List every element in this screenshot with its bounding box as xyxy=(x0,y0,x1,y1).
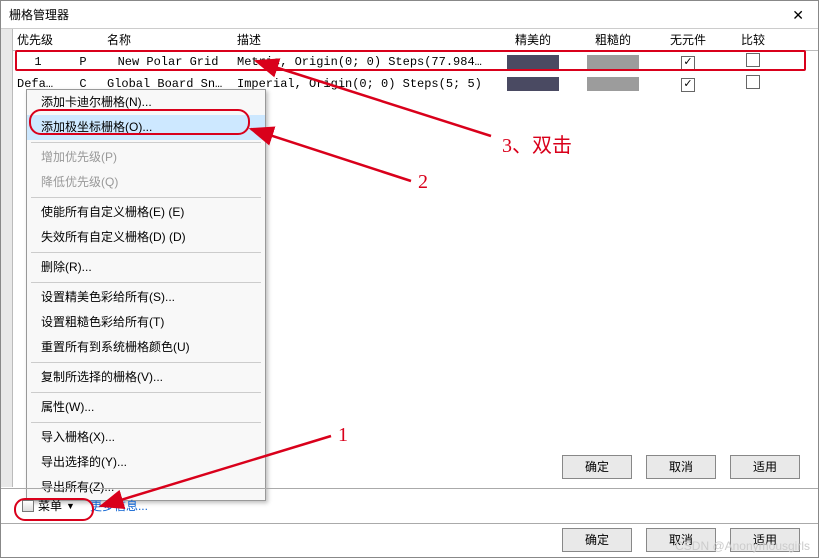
menu-dec-priority: 降低优先级(Q) xyxy=(27,170,265,195)
footer-menu-bar: 菜单 ▼ 更多信息... xyxy=(1,488,818,522)
table-row[interactable]: 1 P New Polar Grid Metric, Origin(0; 0) … xyxy=(1,51,818,73)
separator xyxy=(31,197,261,198)
table-header: 优先级 名称 描述 精美的 粗糙的 无元件 比较 xyxy=(1,29,818,51)
col-fine[interactable]: 精美的 xyxy=(493,31,573,48)
cell-fine[interactable] xyxy=(493,77,573,91)
cell-coarse[interactable] xyxy=(573,55,653,69)
titlebar: 栅格管理器 ✕ xyxy=(1,1,818,29)
menu-button[interactable]: 菜单 ▼ xyxy=(15,494,82,517)
fine-swatch xyxy=(507,77,559,91)
footer-outer: 确定 取消 适用 xyxy=(1,523,818,557)
button-bar-inner: 确定 取消 适用 xyxy=(562,455,800,479)
more-info-link[interactable]: 更多信息... xyxy=(90,497,148,514)
separator xyxy=(31,422,261,423)
col-compare[interactable]: 比较 xyxy=(723,31,783,48)
menu-delete[interactable]: 删除(R)... xyxy=(27,255,265,280)
chevron-down-icon: ▼ xyxy=(66,501,75,511)
context-menu: 添加卡迪尔栅格(N)... 添加极坐标栅格(O)... 增加优先级(P) 降低优… xyxy=(26,89,266,501)
menu-add-polar[interactable]: 添加极坐标栅格(O)... xyxy=(27,115,265,140)
separator xyxy=(31,252,261,253)
cell-nocomp[interactable]: ✓ xyxy=(653,55,723,70)
menu-set-fine[interactable]: 设置精美色彩给所有(S)... xyxy=(27,285,265,310)
annotation-1: 1 xyxy=(338,424,348,447)
separator xyxy=(31,392,261,393)
cell-desc: Metric, Origin(0; 0) Steps(77.984; 60 xyxy=(233,55,493,69)
menu-reset-colors[interactable]: 重置所有到系统栅格颜色(U) xyxy=(27,335,265,360)
col-name[interactable]: 名称 xyxy=(103,31,233,48)
menu-add-cartesian[interactable]: 添加卡迪尔栅格(N)... xyxy=(27,90,265,115)
cell-priority: 1 xyxy=(13,55,63,69)
cell-compare[interactable] xyxy=(723,53,783,71)
menu-button-label: 菜单 xyxy=(38,497,62,514)
cancel-button[interactable]: 取消 xyxy=(646,528,716,552)
ok-button[interactable]: 确定 xyxy=(562,528,632,552)
menu-import[interactable]: 导入栅格(X)... xyxy=(27,425,265,450)
separator xyxy=(31,362,261,363)
col-priority[interactable]: 优先级 xyxy=(13,31,103,48)
cell-nocomp[interactable]: ✓ xyxy=(653,77,723,92)
checkbox-icon xyxy=(746,75,760,89)
apply-button[interactable]: 适用 xyxy=(730,455,800,479)
checkbox-icon: ✓ xyxy=(681,56,695,70)
button-bar-outer: 确定 取消 适用 xyxy=(562,528,800,552)
annotation-2: 2 xyxy=(418,171,428,194)
coarse-swatch xyxy=(587,77,639,91)
cancel-button[interactable]: 取消 xyxy=(646,455,716,479)
cell-desc: Imperial, Origin(0; 0) Steps(5; 5) xyxy=(233,77,493,91)
window-title: 栅格管理器 xyxy=(9,1,69,28)
menu-inc-priority: 增加优先级(P) xyxy=(27,145,265,170)
col-desc[interactable]: 描述 xyxy=(233,31,493,48)
menu-set-coarse[interactable]: 设置粗糙色彩给所有(T) xyxy=(27,310,265,335)
menu-copy-sel[interactable]: 复制所选择的栅格(V)... xyxy=(27,365,265,390)
apply-button[interactable]: 适用 xyxy=(730,528,800,552)
checkbox-icon xyxy=(746,53,760,67)
menu-disable-all[interactable]: 失效所有自定义栅格(D) (D) xyxy=(27,225,265,250)
cell-fine[interactable] xyxy=(493,55,573,69)
annotation-3: 3、双击 xyxy=(502,129,572,158)
cell-type: P xyxy=(63,55,103,69)
cell-name: New Polar Grid xyxy=(103,55,233,69)
separator xyxy=(31,142,261,143)
coarse-swatch xyxy=(587,55,639,69)
checkbox-icon: ✓ xyxy=(681,78,695,92)
menu-enable-all[interactable]: 使能所有自定义栅格(E) (E) xyxy=(27,200,265,225)
menu-props[interactable]: 属性(W)... xyxy=(27,395,265,420)
cell-compare[interactable] xyxy=(723,75,783,93)
cell-coarse[interactable] xyxy=(573,77,653,91)
menu-export-sel[interactable]: 导出选择的(Y)... xyxy=(27,450,265,475)
menu-icon xyxy=(22,500,34,512)
fine-swatch xyxy=(507,55,559,69)
left-gutter xyxy=(1,29,13,487)
close-icon[interactable]: ✕ xyxy=(786,1,810,28)
separator xyxy=(31,282,261,283)
ok-button[interactable]: 确定 xyxy=(562,455,632,479)
col-coarse[interactable]: 粗糙的 xyxy=(573,31,653,48)
col-nocomp[interactable]: 无元件 xyxy=(653,31,723,48)
